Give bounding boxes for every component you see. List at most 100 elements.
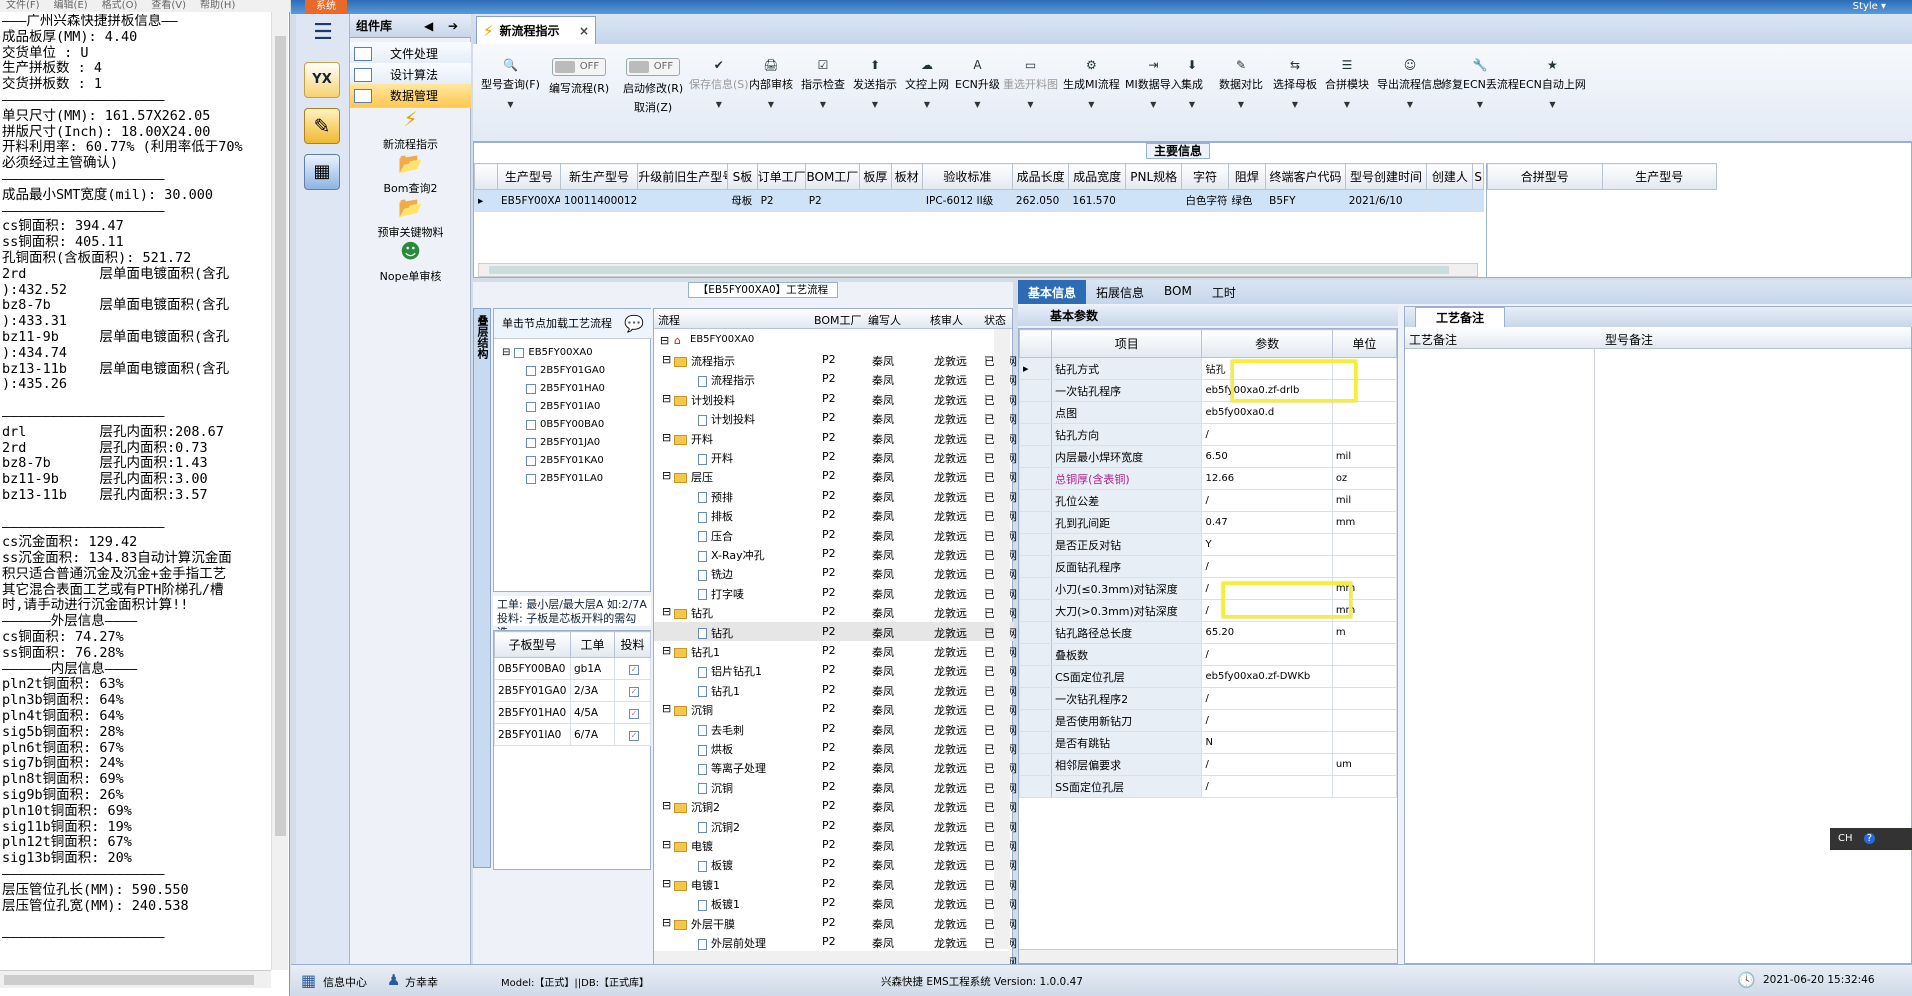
table-cell[interactable]: 262.050 [1011, 189, 1070, 212]
chevron-down-icon[interactable]: ▼ [1181, 100, 1203, 109]
ribbon-button[interactable]: ☑ 指示检查 ▼ [801, 58, 845, 109]
checkbox[interactable] [514, 347, 525, 358]
param-value[interactable]: / [1201, 775, 1333, 798]
notepad-text[interactable]: ———广州兴森快捷拼板信息—— 成品板厚(MM): 4.40 交货单位 : U … [2, 14, 272, 964]
flow-row[interactable]: ⊟沉铜P2秦凤龙敦远已上网 [654, 699, 1017, 718]
chevron-down-icon[interactable]: ▼ [1003, 100, 1058, 109]
tree-node[interactable]: 2B5FY01GA0 [526, 365, 605, 376]
table-cell[interactable] [1124, 189, 1183, 212]
pin-icon[interactable]: ➔ [448, 14, 458, 38]
table-cell[interactable] [859, 189, 892, 212]
checkbox[interactable] [526, 401, 536, 412]
table-cell[interactable]: 白色字符 [1181, 189, 1229, 212]
table-cell[interactable]: 2B5FY01IA0 [494, 723, 571, 746]
checkbox[interactable] [526, 455, 536, 466]
expand-icon[interactable]: ⊟ [662, 392, 671, 405]
notepad-horizontal-scrollbar[interactable] [0, 970, 271, 988]
param-row[interactable]: 反面钻孔程序 / [1018, 555, 1398, 578]
table-cell[interactable]: 2B5FY01GA0 [494, 679, 571, 702]
feed-checkbox-cell[interactable]: ✓ [614, 701, 651, 724]
table-cell[interactable] [1426, 189, 1474, 212]
chevron-down-icon[interactable]: ▼ [481, 100, 540, 109]
feed-checkbox[interactable]: ✓ [629, 708, 639, 719]
flow-row[interactable]: ⊟电镀1P2秦凤龙敦远已上网 [654, 874, 1017, 893]
flow-row[interactable]: ⊟电镀P2秦凤龙敦远已上网 [654, 835, 1017, 854]
tool-item[interactable]: ⚡ 新流程指示 [350, 106, 471, 152]
flow-row[interactable]: 沉铜P2秦凤龙敦远已上网 [654, 777, 1017, 796]
feed-checkbox[interactable]: ✓ [629, 664, 639, 675]
chevron-down-icon[interactable]: ▼ [955, 100, 1000, 109]
table-row[interactable]: ▸EB5FY00XA010011400012429母板P2P2IPC-6012 … [474, 189, 1484, 212]
expand-icon[interactable]: ⊟ [662, 431, 671, 444]
ribbon-button[interactable]: ☺ 导出流程信息 ▼ [1377, 58, 1443, 109]
tab-new-flow[interactable]: ⚡ 新流程指示 × [476, 16, 596, 44]
column-header[interactable]: 升级前旧生产型号 [637, 163, 729, 190]
ribbon-button[interactable]: ✔ 保存信息(S) ▼ [689, 58, 749, 109]
notepad-menu-item[interactable]: 帮助(H) [200, 0, 235, 12]
ribbon-button[interactable]: 🖨 内部审核 ▼ [749, 58, 793, 109]
column-header[interactable]: PNL规格 [1124, 163, 1183, 190]
ribbon-button[interactable]: OFF 编写流程(R) [549, 58, 609, 96]
table-cell[interactable]: 4/5A [570, 701, 615, 724]
column-header[interactable]: 订单工厂 [756, 163, 806, 190]
column-header[interactable]: 合拼型号 [1487, 163, 1603, 190]
flow-row[interactable]: 打字唛P2秦凤龙敦远已上网 [654, 583, 1017, 602]
detail-tab[interactable]: 工时 [1202, 280, 1246, 304]
column-header[interactable]: 创建人 [1426, 163, 1474, 190]
table-cell[interactable]: 2B5FY01HA0 [494, 701, 571, 724]
tool-item[interactable]: ☻ Nope单审核 [350, 238, 471, 284]
expand-icon[interactable]: ⊟ [662, 838, 671, 851]
table-cell[interactable]: 10011400012429 [559, 189, 639, 212]
chevron-down-icon[interactable]: ▼ [749, 100, 793, 109]
toggle-switch[interactable]: OFF [552, 58, 607, 76]
column-header[interactable]: 项目 [1051, 329, 1203, 358]
checkbox[interactable] [526, 383, 536, 394]
column-header[interactable]: 新生产型号 [559, 163, 639, 190]
expand-icon[interactable]: ⊟ [662, 605, 671, 618]
expand-icon[interactable]: ⊟ [662, 877, 671, 890]
param-row[interactable]: 内层最小焊环宽度 6.50 mil [1018, 445, 1398, 468]
flow-row[interactable]: 钻孔1P2秦凤龙敦远已上网 [654, 680, 1017, 699]
expand-icon[interactable]: ⊟ [662, 916, 671, 929]
feed-checkbox[interactable]: ✓ [629, 730, 639, 741]
flow-row[interactable]: 计划投料P2秦凤龙敦远已上网 [654, 408, 1017, 427]
calculator-icon[interactable]: ▦ [304, 154, 340, 190]
tree-node[interactable]: 2B5FY01LA0 [526, 473, 603, 484]
table-cell[interactable]: B5FY [1265, 189, 1346, 212]
chevron-down-icon[interactable]: ▼ [689, 100, 749, 109]
style-menu[interactable]: Style ▾ [1853, 1, 1886, 12]
ribbon-button[interactable]: ☰ 合拼模块 ▼ [1325, 58, 1369, 109]
flow-row[interactable]: ⊟开料P2秦凤龙敦远已上网 [654, 428, 1017, 447]
flow-row[interactable]: ⊟流程指示P2秦凤龙敦远已上网 [654, 350, 1017, 369]
column-header[interactable]: 状态 [984, 312, 1006, 328]
column-header[interactable]: 成品宽度 [1068, 163, 1126, 190]
chevron-down-icon[interactable]: ▼ [1219, 100, 1263, 109]
close-tab-icon[interactable]: × [579, 24, 589, 38]
flow-root[interactable]: ⊟ ⌂ EB5FY00XA0 [654, 331, 1014, 350]
tree-node[interactable]: 2B5FY01HA0 [526, 383, 605, 394]
expand-icon[interactable]: ⊟ [660, 334, 669, 347]
flow-vscrollbar[interactable] [994, 329, 1010, 949]
column-header[interactable]: 参数 [1201, 329, 1333, 358]
chevron-down-icon[interactable]: ▼ [801, 100, 845, 109]
column-header[interactable]: 单位 [1331, 329, 1398, 358]
feed-checkbox[interactable]: ✓ [629, 686, 639, 697]
param-value[interactable]: / [1201, 709, 1333, 732]
ribbon-button[interactable]: ✎ 数据对比 ▼ [1219, 58, 1263, 109]
param-value[interactable]: / [1201, 753, 1333, 776]
column-header[interactable]: S板 [727, 163, 758, 190]
info-center-label[interactable]: 信息中心 [323, 974, 367, 990]
param-row[interactable]: 孔位公差 / mil [1018, 489, 1398, 512]
param-row[interactable]: 钻孔方向 / [1018, 423, 1398, 446]
tree-node[interactable]: 0B5FY00BA0 [526, 419, 604, 430]
column-header[interactable]: 验收标准 [921, 163, 1013, 190]
flow-row[interactable]: 压合P2秦凤龙敦远已上网 [654, 525, 1017, 544]
chevron-down-icon[interactable]: ▼ [1325, 100, 1369, 109]
chevron-down-icon[interactable]: ▼ [1063, 100, 1120, 109]
chevron-down-icon[interactable]: ▼ [1125, 100, 1182, 109]
ribbon-button[interactable]: ⬆ 发送指示 ▼ [853, 58, 897, 109]
flow-row[interactable]: 去毛刺P2秦凤龙敦远已上网 [654, 719, 1017, 738]
flow-row[interactable]: 板镀P2秦凤龙敦远已上网 [654, 854, 1017, 873]
component-button[interactable]: 数据管理 [350, 84, 471, 108]
param-row[interactable]: 钻孔路径总长度 65.20 m [1018, 621, 1398, 644]
